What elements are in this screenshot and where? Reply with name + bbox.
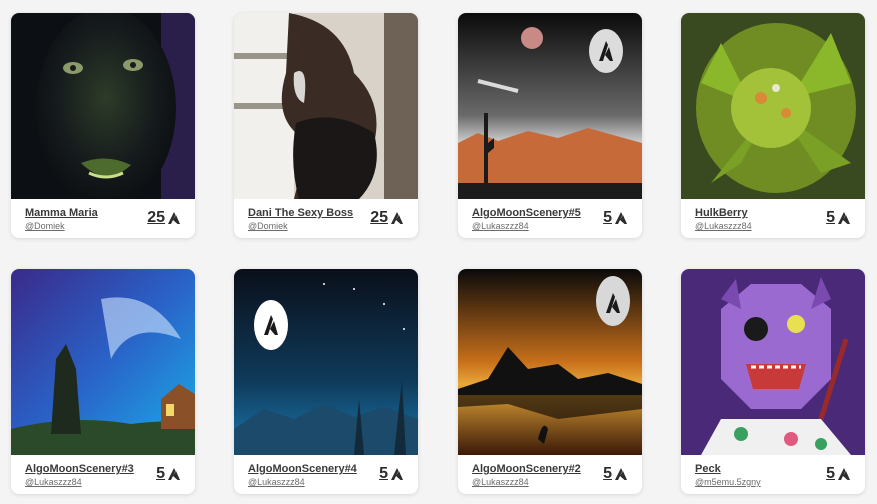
nft-owner[interactable]: @Lukaszzz84 bbox=[472, 477, 529, 487]
price-value: 5 bbox=[603, 465, 612, 482]
nft-title[interactable]: AlgoMoonScenery#2 bbox=[472, 463, 581, 475]
nft-price: 5 bbox=[826, 465, 851, 483]
nft-image[interactable] bbox=[681, 13, 865, 199]
nft-owner[interactable]: @m5emu.5zgny bbox=[695, 477, 761, 487]
price-value: 5 bbox=[156, 465, 165, 482]
nft-title[interactable]: AlgoMoonScenery#5 bbox=[472, 207, 581, 219]
algorand-icon bbox=[615, 212, 627, 224]
nft-card[interactable]: AlgoMoonScenery#2 @Lukaszzz84 5 bbox=[458, 269, 642, 494]
nft-owner[interactable]: @Lukaszzz84 bbox=[248, 477, 305, 487]
nft-card[interactable]: AlgoMoonScenery#3 @Lukaszzz84 5 bbox=[11, 269, 195, 494]
nft-image[interactable] bbox=[11, 13, 195, 199]
nft-image[interactable] bbox=[458, 269, 642, 455]
nft-price: 5 bbox=[379, 465, 404, 483]
nft-card[interactable]: Peck @m5emu.5zgny 5 bbox=[681, 269, 865, 494]
nft-price: 5 bbox=[603, 209, 628, 227]
nft-card[interactable]: AlgoMoonScenery#4 @Lukaszzz84 5 bbox=[234, 269, 418, 494]
nft-owner[interactable]: @Domiek bbox=[25, 221, 65, 231]
nft-card[interactable]: HulkBerry @Lukaszzz84 5 bbox=[681, 13, 865, 238]
price-value: 5 bbox=[826, 209, 835, 226]
algorand-icon bbox=[615, 468, 627, 480]
algorand-icon bbox=[391, 468, 403, 480]
price-value: 5 bbox=[826, 465, 835, 482]
nft-card[interactable]: Dani The Sexy Boss @Domiek 25 bbox=[234, 13, 418, 238]
nft-title[interactable]: Peck bbox=[695, 463, 721, 475]
nft-price: 25 bbox=[147, 209, 181, 227]
nft-price: 5 bbox=[826, 209, 851, 227]
price-value: 5 bbox=[379, 465, 388, 482]
nft-image[interactable] bbox=[681, 269, 865, 455]
nft-card[interactable]: AlgoMoonScenery#5 @Lukaszzz84 5 bbox=[458, 13, 642, 238]
nft-price: 25 bbox=[370, 209, 404, 227]
nft-title[interactable]: Dani The Sexy Boss bbox=[248, 207, 353, 219]
algorand-icon bbox=[838, 468, 850, 480]
algorand-icon bbox=[838, 212, 850, 224]
nft-image[interactable] bbox=[234, 13, 418, 199]
price-value: 25 bbox=[147, 209, 165, 226]
nft-title[interactable]: Mamma Maria bbox=[25, 207, 98, 219]
nft-owner[interactable]: @Lukaszzz84 bbox=[25, 477, 82, 487]
nft-title[interactable]: AlgoMoonScenery#4 bbox=[248, 463, 357, 475]
nft-price: 5 bbox=[156, 465, 181, 483]
nft-title[interactable]: AlgoMoonScenery#3 bbox=[25, 463, 134, 475]
nft-price: 5 bbox=[603, 465, 628, 483]
nft-image[interactable] bbox=[234, 269, 418, 455]
nft-image[interactable] bbox=[11, 269, 195, 455]
algorand-icon bbox=[168, 212, 180, 224]
algorand-icon bbox=[391, 212, 403, 224]
nft-card[interactable]: Mamma Maria @Domiek 25 bbox=[11, 13, 195, 238]
nft-owner[interactable]: @Lukaszzz84 bbox=[695, 221, 752, 231]
nft-owner[interactable]: @Domiek bbox=[248, 221, 288, 231]
nft-owner[interactable]: @Lukaszzz84 bbox=[472, 221, 529, 231]
nft-title[interactable]: HulkBerry bbox=[695, 207, 748, 219]
algorand-icon bbox=[168, 468, 180, 480]
nft-image[interactable] bbox=[458, 13, 642, 199]
price-value: 5 bbox=[603, 209, 612, 226]
price-value: 25 bbox=[370, 209, 388, 226]
